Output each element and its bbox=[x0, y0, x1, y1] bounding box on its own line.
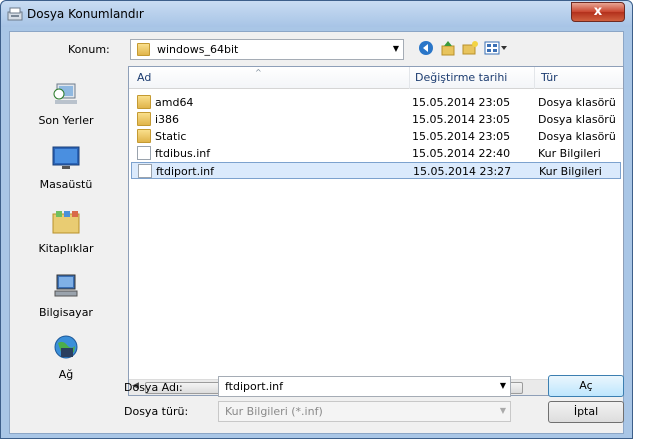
list-item[interactable]: ftdibus.inf 15.05.2014 22:40 Kur Bilgile… bbox=[131, 145, 621, 162]
computer-icon bbox=[54, 274, 78, 297]
file-name: ftdiport.inf bbox=[156, 165, 214, 178]
place-label: Masaüstü bbox=[39, 178, 93, 191]
close-button[interactable]: x bbox=[571, 2, 625, 22]
file-name: amd64 bbox=[155, 96, 194, 109]
file-date: 15.05.2014 22:40 bbox=[412, 147, 511, 160]
file-type: Dosya klasörü bbox=[538, 130, 616, 143]
filetype-label: Dosya türü: bbox=[124, 405, 189, 418]
file-date: 15.05.2014 23:05 bbox=[412, 130, 511, 143]
open-button[interactable]: Aç bbox=[548, 375, 624, 397]
file-type: Dosya klasörü bbox=[538, 96, 616, 109]
recent-places-icon bbox=[53, 83, 77, 104]
setup-file-icon bbox=[138, 164, 152, 178]
libraries-icon bbox=[52, 211, 80, 234]
filename-value: ftdiport.inf bbox=[225, 380, 283, 393]
place-label: Ağ bbox=[58, 368, 74, 381]
file-date: 15.05.2014 23:05 bbox=[412, 113, 511, 126]
folder-icon bbox=[137, 95, 151, 109]
filename-label: Dosya Adı: bbox=[124, 381, 183, 394]
title-bar[interactable]: Dosya Konumlandır x bbox=[1, 1, 632, 27]
list-item-selected[interactable]: ftdiport.inf 15.05.2014 23:27 Kur Bilgil… bbox=[131, 162, 621, 179]
place-network[interactable]: Ağ bbox=[12, 334, 120, 381]
place-desktop[interactable]: Masaüstü bbox=[12, 144, 120, 191]
column-header-modified[interactable]: Değiştirme tarihi bbox=[415, 71, 507, 84]
new-folder-icon[interactable] bbox=[462, 40, 480, 58]
chevron-down-icon[interactable]: ▼ bbox=[393, 44, 399, 53]
list-item[interactable]: Static 15.05.2014 23:05 Dosya klasörü bbox=[131, 128, 621, 145]
file-date: 15.05.2014 23:05 bbox=[412, 96, 511, 109]
file-type: Kur Bilgileri bbox=[538, 147, 601, 160]
list-header: Ad ^ Değiştirme tarihi Tür bbox=[129, 67, 623, 89]
file-name: ftdibus.inf bbox=[155, 147, 211, 160]
place-computer[interactable]: Bilgisayar bbox=[12, 272, 120, 319]
filetype-value: Kur Bilgileri (*.inf) bbox=[225, 405, 323, 418]
location-value: windows_64bit bbox=[157, 43, 239, 56]
file-name: i386 bbox=[155, 113, 180, 126]
folder-icon bbox=[137, 129, 151, 143]
filename-input[interactable]: ftdiport.inf ▼ bbox=[218, 376, 511, 397]
filetype-select[interactable]: Kur Bilgileri (*.inf) ▼ bbox=[218, 401, 511, 422]
chevron-down-icon[interactable]: ▼ bbox=[500, 406, 506, 415]
cancel-button[interactable]: İptal bbox=[548, 401, 624, 423]
network-icon bbox=[54, 335, 78, 359]
view-menu-icon[interactable] bbox=[484, 40, 510, 58]
place-label: Son Yerler bbox=[38, 114, 94, 127]
place-libraries[interactable]: Kitaplıklar bbox=[12, 208, 120, 255]
dialog-icon bbox=[7, 7, 23, 21]
folder-icon bbox=[137, 112, 151, 126]
column-header-type[interactable]: Tür bbox=[541, 71, 558, 84]
list-item[interactable]: amd64 15.05.2014 23:05 Dosya klasörü bbox=[131, 94, 621, 111]
window-title: Dosya Konumlandır bbox=[27, 7, 144, 21]
dialog-content: Konum: windows_64bit ▼ Son Yerler Masaüs… bbox=[9, 31, 624, 434]
setup-file-icon bbox=[137, 146, 151, 160]
place-label: Bilgisayar bbox=[39, 306, 93, 319]
place-label: Kitaplıklar bbox=[38, 242, 94, 255]
file-type: Kur Bilgileri bbox=[539, 165, 602, 178]
file-type: Dosya klasörü bbox=[538, 113, 616, 126]
file-list[interactable]: Ad ^ Değiştirme tarihi Tür amd64 15.05.2… bbox=[128, 66, 624, 396]
list-item[interactable]: i386 15.05.2014 23:05 Dosya klasörü bbox=[131, 111, 621, 128]
folder-icon bbox=[137, 43, 150, 56]
file-date: 15.05.2014 23:27 bbox=[413, 165, 512, 178]
back-icon[interactable] bbox=[418, 40, 436, 58]
file-dialog-window: Dosya Konumlandır x Konum: windows_64bit… bbox=[0, 0, 633, 439]
place-recent[interactable]: Son Yerler bbox=[12, 80, 120, 127]
places-bar: Son Yerler Masaüstü Kitaplıklar Bilgisay… bbox=[12, 66, 122, 396]
sort-ascending-icon: ^ bbox=[255, 68, 262, 77]
chevron-down-icon[interactable]: ▼ bbox=[500, 381, 506, 390]
column-header-name[interactable]: Ad bbox=[137, 71, 151, 84]
desktop-icon bbox=[52, 146, 80, 169]
file-name: Static bbox=[155, 130, 187, 143]
up-folder-icon[interactable] bbox=[440, 40, 458, 58]
location-combobox[interactable]: windows_64bit ▼ bbox=[130, 39, 404, 60]
location-label: Konum: bbox=[68, 43, 110, 56]
